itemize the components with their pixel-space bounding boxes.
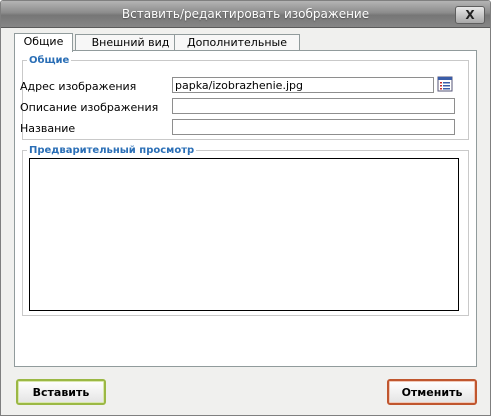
image-dialog: Вставить/редактировать изображение X Общ… xyxy=(0,0,491,416)
title-bar[interactable]: Вставить/редактировать изображение X xyxy=(1,1,490,28)
title-input[interactable] xyxy=(172,119,455,135)
description-label: Описание изображения xyxy=(20,101,159,114)
close-button[interactable]: X xyxy=(455,6,485,24)
description-input[interactable] xyxy=(172,98,455,114)
preview-legend: Предварительный просмотр xyxy=(29,145,195,156)
tab-advanced[interactable]: Дополнительные xyxy=(174,34,300,51)
cancel-button[interactable]: Отменить xyxy=(387,379,477,405)
image-url-label: Адрес изображения xyxy=(20,80,137,93)
file-browser-icon xyxy=(437,76,453,92)
tab-appearance[interactable]: Внешний вид xyxy=(75,34,186,51)
general-legend: Общие xyxy=(29,55,70,66)
image-url-input[interactable] xyxy=(172,77,434,93)
insert-button[interactable]: Вставить xyxy=(16,379,106,405)
browse-button[interactable] xyxy=(437,76,453,92)
close-icon: X xyxy=(465,8,475,22)
tab-general[interactable]: Общие xyxy=(14,33,73,52)
dialog-title: Вставить/редактировать изображение xyxy=(121,7,370,21)
title-label: Название xyxy=(20,122,76,135)
image-preview xyxy=(29,158,459,311)
